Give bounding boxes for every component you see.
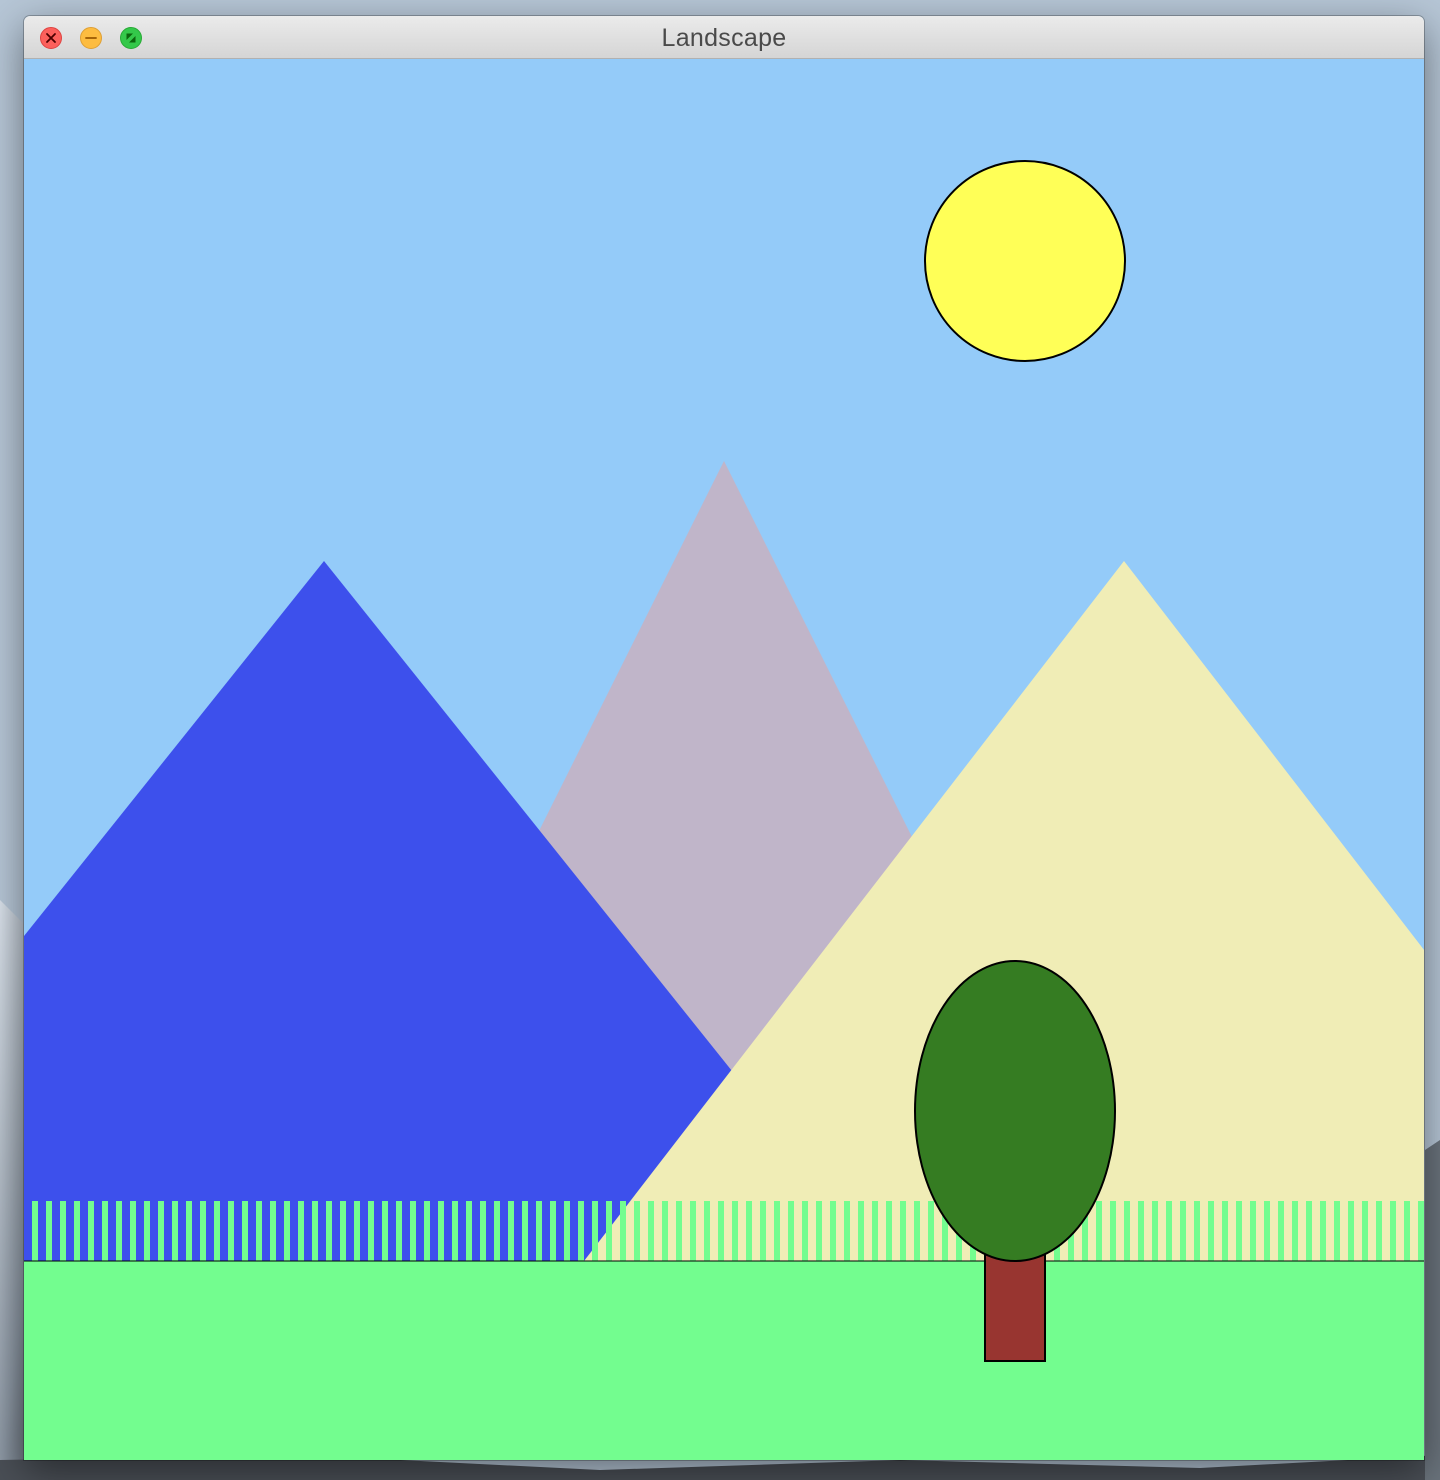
- titlebar: Landscape: [24, 16, 1424, 59]
- window-title: Landscape: [661, 24, 787, 52]
- fence: [24, 1201, 1424, 1261]
- landscape-canvas: [24, 60, 1424, 1460]
- app-window: Landscape: [24, 16, 1424, 1460]
- sun: [924, 160, 1126, 362]
- tree-foliage: [914, 960, 1116, 1262]
- grass: [24, 1261, 1424, 1460]
